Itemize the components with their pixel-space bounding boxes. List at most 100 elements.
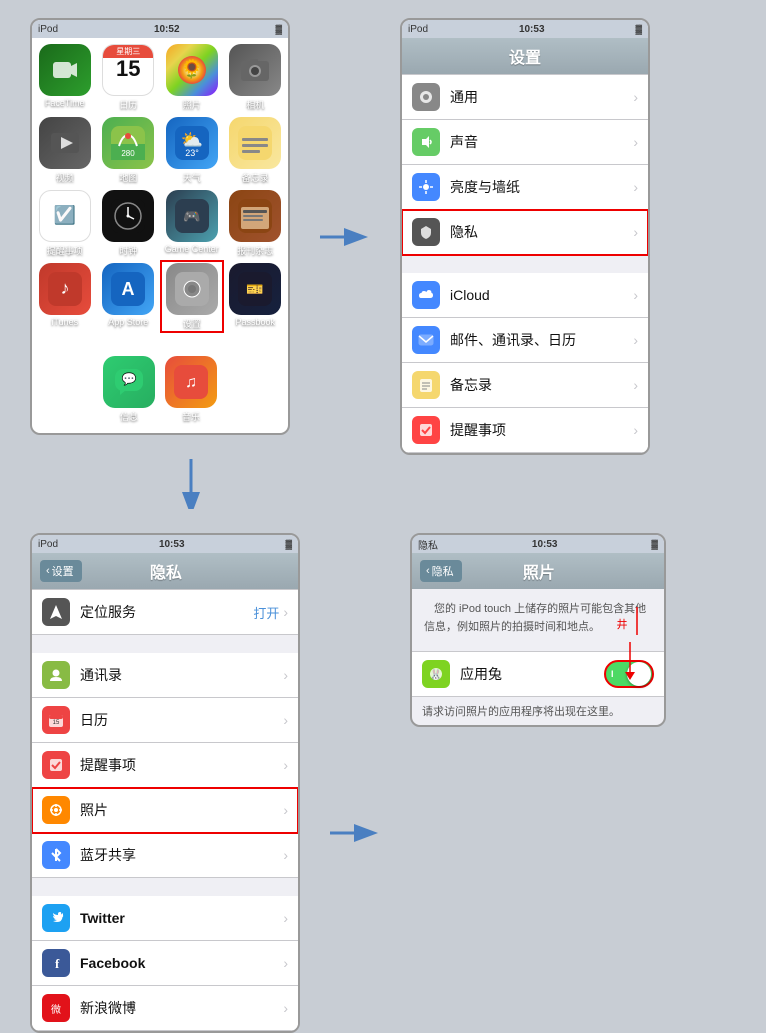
settings-item-mail[interactable]: 邮件、通讯录、日历 ›: [402, 318, 648, 363]
photos-description-area: 您的 iPod touch 上储存的照片可能包含其他信息，例如照片的拍摄时间和地…: [412, 589, 664, 642]
red-annotation-svg: [600, 642, 660, 682]
app-calendar[interactable]: 星期三 15 日历: [100, 44, 158, 111]
settings-status-time: 10:53: [519, 24, 545, 35]
privacy-item-contacts[interactable]: 通讯录 ›: [32, 653, 298, 698]
settings-item-privacy[interactable]: 隐私 ›: [402, 210, 648, 255]
privacy-item-bluetooth[interactable]: 蓝牙共享 ›: [32, 833, 298, 878]
app-label-itunes: iTunes: [51, 317, 78, 327]
photos-status-left: 隐私: [418, 537, 438, 552]
settings-status-right: ▓: [635, 24, 642, 34]
app-appstore[interactable]: A App Store: [100, 263, 158, 330]
svg-text:f: f: [55, 956, 60, 971]
settings-nav-bar: 设置: [402, 38, 648, 74]
app-icon-img-weather: ⛅23°: [166, 117, 218, 169]
battery-icon: ▓: [275, 24, 282, 34]
reminders2-icon: [412, 416, 440, 444]
general-icon: [412, 83, 440, 111]
app-icon-img: [39, 44, 91, 96]
svg-text:23°: 23°: [185, 148, 199, 158]
back-chevron-icon: ‹: [46, 565, 50, 577]
general-chevron: ›: [633, 89, 638, 105]
reminders3-label: 提醒事项: [80, 755, 283, 775]
calendar-priv-label: 日历: [80, 710, 283, 730]
app-icon-img-photos: 🌻: [166, 44, 218, 96]
app-reminders[interactable]: ☑️ 提醒事项: [36, 190, 94, 257]
settings-item-notes2[interactable]: 备忘录 ›: [402, 363, 648, 408]
photos-note: 请求访问照片的应用程序将出现在这里。: [412, 697, 664, 725]
weibo-icon: 微: [42, 994, 70, 1022]
privacy-item-location[interactable]: 定位服务 打开 ›: [32, 589, 298, 635]
app-label-cal: 日历: [119, 98, 137, 111]
privacy-group-divider-2: [32, 878, 298, 896]
app-icon-img-pb: 🎫: [229, 263, 281, 315]
app-label-settings: 设置: [183, 317, 201, 330]
settings-item-sound[interactable]: 声音 ›: [402, 120, 648, 165]
photos-priv-label: 照片: [80, 800, 283, 820]
app-icon-img-camera: [229, 44, 281, 96]
photos-back-label: 隐私: [432, 563, 454, 579]
bottom-row: iPod 10:53 ▓ ‹ 设置 隐私 定位服务 打开 ›: [0, 513, 766, 1033]
app-label-videos: 视频: [56, 171, 74, 184]
app-passbook[interactable]: 🎫 Passbook: [227, 263, 285, 330]
svg-text:⛅: ⛅: [181, 130, 203, 150]
privacy-item-twitter[interactable]: Twitter ›: [32, 896, 298, 941]
privacy-group-divider-1: [32, 635, 298, 653]
settings-item-brightness[interactable]: 亮度与墙纸 ›: [402, 165, 648, 210]
photos-status-bar: 隐私 10:53 ▓: [412, 535, 664, 553]
app-notes[interactable]: 备忘录: [227, 117, 285, 184]
annotation-mark: 井: [616, 619, 627, 631]
dock: 💬 信息 ♫ 音乐: [38, 352, 282, 427]
arrow-down-wrapper: [0, 455, 766, 513]
app-clock[interactable]: 时钟: [100, 190, 158, 257]
app-videos[interactable]: 视频: [36, 117, 94, 184]
app-newsstand[interactable]: 报刊杂志: [227, 190, 285, 257]
privacy-item-calendar[interactable]: 15 日历 ›: [32, 698, 298, 743]
back-button-photos[interactable]: ‹ 隐私: [420, 560, 462, 582]
svg-text:🎮: 🎮: [183, 208, 200, 224]
home-status-bar: iPod 10:52 ▓: [32, 20, 288, 38]
privacy-status-time: 10:53: [159, 539, 185, 550]
apprabbit-icon: 🐰: [422, 660, 450, 688]
app-photos[interactable]: 🌻 照片: [163, 44, 221, 111]
app-icon-img-maps: 280: [102, 117, 154, 169]
privacy-chevron: ›: [633, 224, 638, 240]
privacy-item-reminders3[interactable]: 提醒事项 ›: [32, 743, 298, 788]
weibo-label: 新浪微博: [80, 998, 283, 1018]
privacy-item-facebook[interactable]: f Facebook ›: [32, 941, 298, 986]
dock-messages[interactable]: 💬 信息: [103, 356, 155, 423]
app-label-maps: 地图: [119, 171, 137, 184]
app-weather[interactable]: ⛅23° 天气: [163, 117, 221, 184]
contacts-chevron: ›: [283, 667, 288, 683]
app-label-ns: 报刊杂志: [237, 244, 273, 257]
page-dot-2: [157, 339, 163, 345]
privacy-item-photos[interactable]: 照片 ›: [32, 788, 298, 833]
settings-screen-frame: iPod 10:53 ▓ 设置 通用 › 声音 ›: [400, 18, 650, 455]
app-gamecenter[interactable]: 🎮 Game Center: [163, 190, 221, 257]
dock-music[interactable]: ♫ 音乐: [165, 356, 217, 423]
app-camera[interactable]: 相机: [227, 44, 285, 111]
photos-note-text: 请求访问照片的应用程序将出现在这里。: [422, 706, 620, 718]
photos-status-right: ▓: [651, 539, 658, 549]
privacy-list: 定位服务 打开 › 通讯录 › 15 日历 ›: [32, 589, 298, 1031]
back-button-privacy[interactable]: ‹ 设置: [40, 560, 82, 582]
home-screen-frame: iPod 10:52 ▓ FaceTime 星期三 15: [30, 18, 290, 435]
app-settings[interactable]: 设置: [163, 263, 221, 330]
app-facetime[interactable]: FaceTime: [36, 44, 94, 111]
app-itunes[interactable]: ♪ iTunes: [36, 263, 94, 330]
settings-item-reminders2[interactable]: 提醒事项 ›: [402, 408, 648, 453]
arrow-right-top: [320, 222, 370, 252]
app-icon-img-settings: [166, 263, 218, 315]
svg-text:🎫: 🎫: [247, 281, 264, 297]
photos-detail-frame: 隐私 10:53 ▓ ‹ 隐私 照片 您的 iPod touch 上储存的照片可…: [410, 533, 666, 727]
privacy-item-weibo[interactable]: 微 新浪微博 ›: [32, 986, 298, 1031]
dock-label-messages: 信息: [120, 410, 138, 423]
app-icon-img-cal: 星期三 15: [102, 44, 154, 96]
app-maps[interactable]: 280 地图: [100, 117, 158, 184]
settings-status-bar: iPod 10:53 ▓: [402, 20, 648, 38]
svg-text:微: 微: [51, 1003, 61, 1016]
home-status-right: ▓: [275, 24, 282, 34]
settings-item-general[interactable]: 通用 ›: [402, 74, 648, 120]
settings-item-icloud[interactable]: iCloud ›: [402, 273, 648, 318]
reminders2-chevron: ›: [633, 422, 638, 438]
location-icon: [42, 598, 70, 626]
